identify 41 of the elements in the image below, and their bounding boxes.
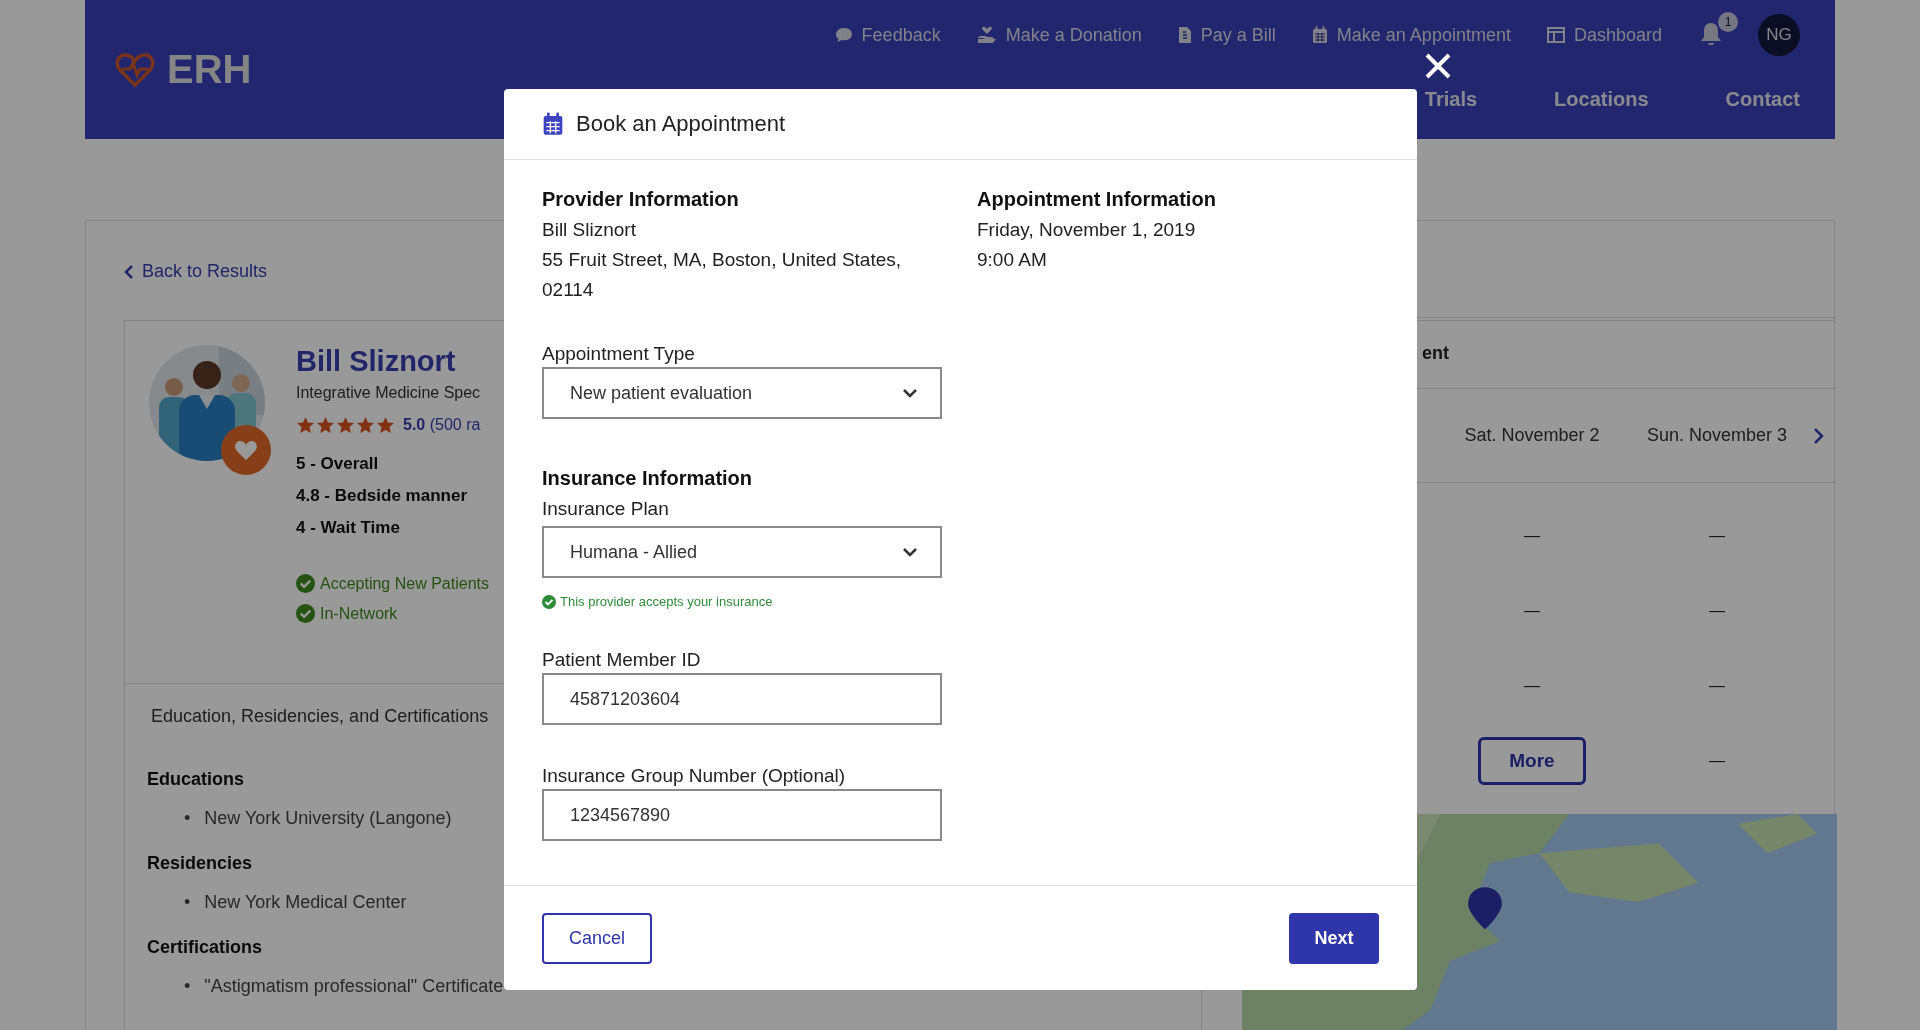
info-text: 55 Fruit Street, MA, Boston, United States, 02114 — [542, 248, 903, 302]
empty-slot: — — [1524, 601, 1540, 620]
info-text: 9:00 AM — [977, 248, 1048, 272]
section-heading: Provider Information — [542, 188, 740, 211]
field-label: Insurance Plan — [542, 498, 669, 520]
info-text: Friday, November 1, 2019 — [977, 218, 1197, 242]
dialog-title: Book an Appointment — [576, 111, 786, 137]
section-heading: Educations — [147, 769, 244, 790]
empty-slot: — — [1709, 526, 1725, 545]
section-heading: Certifications — [147, 937, 263, 958]
field-label: Insurance Group Number (Optional) — [542, 765, 846, 787]
list-item: New York University (Langone) — [204, 808, 452, 829]
status-text: In-Network — [320, 604, 398, 623]
rating-text: 5.0 (500 ra — [403, 416, 481, 434]
notification-badge: 1 — [1718, 12, 1738, 32]
list-bullet: • — [184, 976, 191, 997]
list-item: New York Medical Center — [204, 892, 407, 913]
list-bullet: • — [184, 892, 191, 913]
logo-text: ERH — [167, 47, 252, 92]
score-text: 4.8 - Bedside manner — [296, 486, 468, 506]
section-heading: Residencies — [147, 853, 253, 874]
list-bullet: • — [184, 808, 191, 829]
score-text: 5 - Overall — [296, 454, 380, 474]
score-text: 4 - Wait Time — [296, 518, 401, 538]
status-text: Accepting New Patients — [320, 574, 489, 593]
empty-slot: — — [1524, 526, 1540, 545]
field-label: Patient Member ID — [542, 649, 701, 671]
specialty-text: Integrative Medicine Spec — [296, 384, 482, 402]
empty-slot: — — [1524, 676, 1540, 695]
day-label: Sat. November 2 — [1463, 425, 1601, 446]
empty-slot: — — [1709, 751, 1725, 770]
empty-slot: — — [1709, 601, 1725, 620]
day-label: Sun. November 3 — [1645, 425, 1789, 446]
info-text: Bill Sliznort — [542, 218, 637, 242]
insurance-note: This provider accepts your insurance — [560, 594, 773, 609]
section-heading: Insurance Information — [542, 467, 753, 490]
section-heading: ent — [1422, 342, 1449, 364]
section-heading: Appointment Information — [977, 188, 1217, 211]
empty-slot: — — [1709, 676, 1725, 695]
field-label: Appointment Type — [542, 343, 695, 365]
list-item: "Astigmatism professional" Certificate — [204, 976, 504, 997]
